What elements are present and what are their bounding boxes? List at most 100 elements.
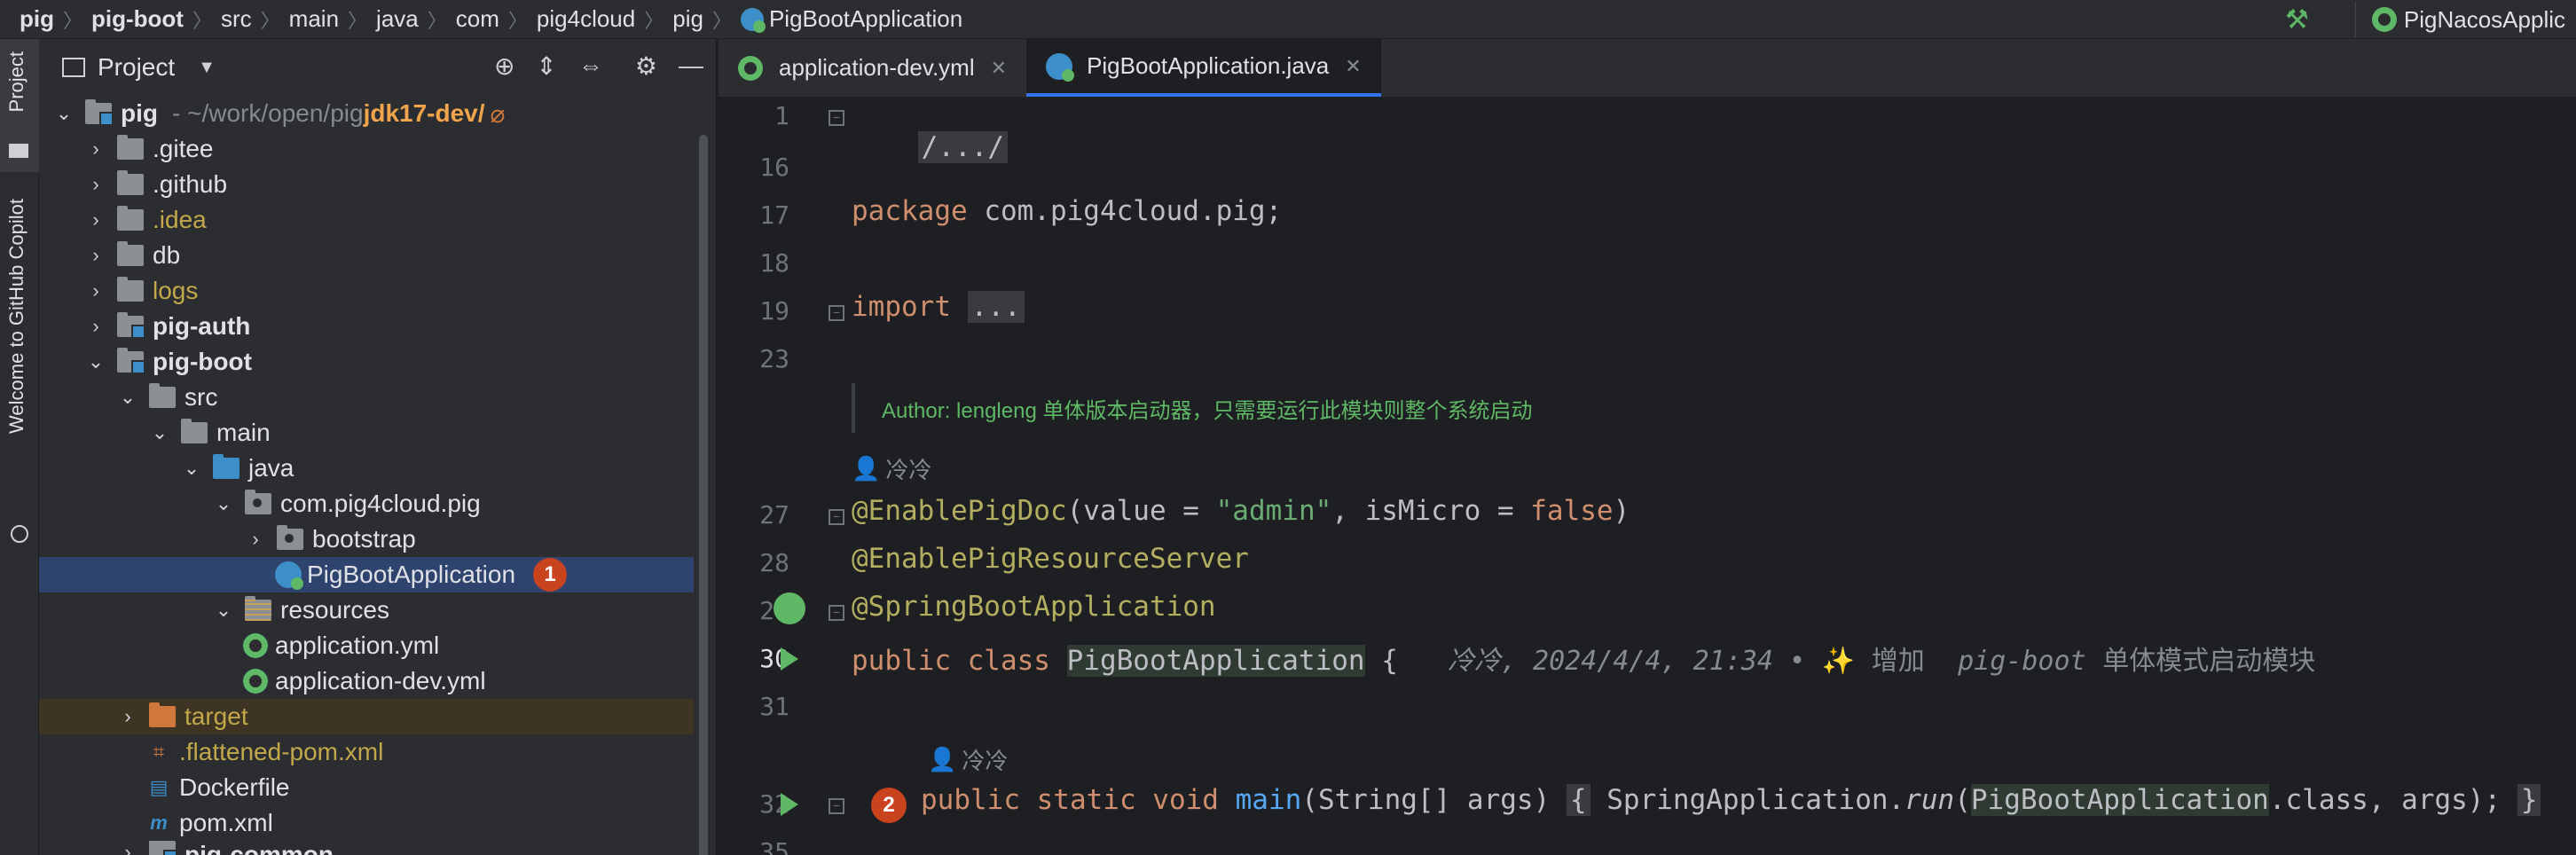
breadcrumb-item-java[interactable]: java	[376, 5, 419, 33]
tree-item-pig-boot-application[interactable]: PigBootApplication 1	[39, 557, 694, 592]
line-number: 18	[759, 248, 789, 278]
chevron-down-icon[interactable]: ⌄	[149, 421, 170, 444]
tree-item-target[interactable]: › target	[39, 699, 694, 734]
close-icon[interactable]: ✕	[991, 57, 1007, 80]
tree-item-root[interactable]: ⌄ pig - ~/work/open/pig jdk17-dev/ ⌀	[39, 96, 694, 131]
tree-item-src[interactable]: ⌄ src	[39, 380, 694, 415]
chevron-right-icon[interactable]: ›	[117, 705, 138, 728]
spring-bean-gutter-icon[interactable]	[774, 592, 805, 624]
build-hammer-icon[interactable]: ⚒	[2285, 4, 2309, 35]
tree-item-pig-auth[interactable]: › pig-auth	[39, 309, 694, 344]
run-configuration-selector[interactable]: PigNacosApplic	[2354, 2, 2576, 37]
line-number: 16	[759, 153, 789, 182]
tree-item-label: application-dev.yml	[275, 667, 486, 694]
fold-marker-icon[interactable]: −	[829, 305, 844, 321]
tree-item-application-dev-yml[interactable]: application-dev.yml	[39, 663, 694, 699]
tree-item-label: bootstrap	[312, 525, 416, 553]
fold-marker-icon[interactable]: −	[829, 110, 844, 126]
tree-item-label: pig	[121, 99, 158, 127]
run-gutter-icon[interactable]	[781, 647, 798, 671]
chevron-right-icon[interactable]: ›	[117, 841, 138, 855]
tab-pig-boot-application-java[interactable]: PigBootApplication.java ✕	[1026, 39, 1381, 97]
tree-item-github[interactable]: › .github	[39, 167, 694, 202]
tree-item-pig-boot[interactable]: ⌄ pig-boot	[39, 344, 694, 380]
chevron-right-icon[interactable]: ›	[85, 244, 106, 267]
folded-imports[interactable]: ...	[967, 291, 1025, 323]
code-editor[interactable]: 1 16 17 18 19 23 27 28 29 30 31 32 35 − …	[719, 98, 2576, 855]
tree-item-flattened-pom[interactable]: ⌗ .flattened-pom.xml	[39, 734, 694, 770]
code-author-hint[interactable]: 👤 冷冷	[928, 743, 1008, 776]
breadcrumb-item-pig4cloud[interactable]: pig4cloud	[537, 5, 635, 33]
gear-icon[interactable]: ⚙	[635, 51, 657, 81]
folded-header[interactable]: /.../	[917, 131, 1008, 163]
close-icon[interactable]: ✕	[1345, 55, 1361, 78]
tree-item-main[interactable]: ⌄ main	[39, 415, 694, 451]
chevron-right-icon[interactable]: ›	[85, 137, 106, 161]
tree-item-logs[interactable]: › logs	[39, 273, 694, 309]
tree-item-pom-xml[interactable]: m pom.xml	[39, 805, 694, 841]
xml-file-icon: ⌗	[153, 741, 165, 763]
tree-item-db[interactable]: › db	[39, 238, 694, 273]
project-tool-tab[interactable]: Project	[0, 39, 39, 172]
editor-gutter: 1 16 17 18 19 23 27 28 29 30 31 32 35 − …	[719, 98, 844, 855]
fold-marker-icon[interactable]: −	[829, 509, 844, 525]
tree-item-label: .gitee	[153, 135, 214, 162]
code-text: (value =	[1066, 495, 1216, 527]
chevron-down-icon[interactable]: ⌄	[213, 492, 234, 515]
code-author-name: 冷冷	[962, 748, 1009, 774]
locate-file-icon[interactable]: ⊕	[494, 51, 514, 81]
tree-item-label: pom.xml	[179, 809, 273, 836]
chevron-right-icon: 〉	[644, 9, 664, 32]
git-blame-message: 增加	[1871, 646, 1925, 677]
run-gutter-icon[interactable]	[781, 793, 798, 816]
chevron-right-icon[interactable]: ›	[85, 208, 106, 231]
breadcrumb-item-src[interactable]: src	[221, 5, 252, 33]
breadcrumb-item-pig[interactable]: pig	[20, 5, 54, 33]
module-folder-icon	[117, 348, 145, 374]
tree-item-idea[interactable]: › .idea	[39, 202, 694, 238]
chevron-down-icon[interactable]: ▼	[198, 58, 216, 78]
tree-item-label: pig-common	[185, 841, 334, 855]
project-scrollbar[interactable]	[699, 135, 708, 855]
folded-brace[interactable]: }	[2517, 784, 2541, 816]
copilot-tool-tab[interactable]: Welcome to GitHub Copilot	[0, 199, 39, 553]
tab-application-dev-yml[interactable]: application-dev.yml ✕	[719, 39, 1026, 97]
tree-item-java[interactable]: ⌄ java	[39, 451, 694, 486]
folder-icon	[9, 144, 28, 158]
line-number: 28	[759, 548, 789, 577]
tree-item-pig-common[interactable]: › pig-common	[39, 841, 694, 855]
annotation: @EnablePigDoc	[852, 495, 1067, 527]
minimize-icon[interactable]: —	[679, 51, 703, 81]
tree-item-application-yml[interactable]: application.yml	[39, 628, 694, 663]
git-blame-author[interactable]: 冷冷, 2024/4/4, 21:34 •	[1448, 646, 1805, 677]
chevron-down-icon[interactable]: ⌄	[213, 599, 234, 622]
breadcrumb-item-com[interactable]: com	[456, 5, 499, 33]
package-icon	[245, 490, 271, 514]
tree-item-dockerfile[interactable]: ▤ Dockerfile	[39, 770, 694, 805]
fold-marker-icon[interactable]: −	[829, 798, 844, 814]
chevron-down-icon[interactable]: ⌄	[117, 386, 138, 409]
code-author-hint[interactable]: 👤 冷冷	[852, 452, 931, 485]
line-number: 23	[759, 344, 789, 373]
chevron-down-icon[interactable]: ⌄	[53, 102, 75, 125]
chevron-down-icon[interactable]: ⌄	[85, 350, 106, 373]
tree-item-package[interactable]: ⌄ com.pig4cloud.pig	[39, 486, 694, 522]
tree-item-bootstrap[interactable]: › bootstrap	[39, 522, 694, 557]
chevron-right-icon[interactable]: ›	[85, 315, 106, 338]
expand-all-icon[interactable]: ⇕	[536, 51, 556, 81]
chevron-right-icon[interactable]: ›	[85, 279, 106, 302]
tree-item-label: main	[216, 419, 271, 446]
collapse-all-icon[interactable]: ⇔	[578, 51, 603, 81]
breadcrumb-item-main[interactable]: main	[289, 5, 339, 33]
breadcrumb-item-pig-boot[interactable]: pig-boot	[91, 5, 184, 33]
breadcrumb-item-pig-pkg[interactable]: pig	[672, 5, 703, 33]
chevron-right-icon[interactable]: ›	[245, 528, 266, 551]
chevron-right-icon[interactable]: ›	[85, 173, 106, 196]
tree-item-gitee[interactable]: › .gitee	[39, 131, 694, 167]
breadcrumb-item-class[interactable]: PigBootApplication	[769, 5, 962, 33]
chevron-down-icon[interactable]: ⌄	[181, 457, 202, 480]
fold-marker-icon[interactable]: −	[829, 605, 844, 621]
folded-brace[interactable]: {	[1566, 784, 1590, 816]
tree-item-resources[interactable]: ⌄ resources	[39, 592, 694, 628]
tree-item-label: Dockerfile	[179, 773, 290, 801]
